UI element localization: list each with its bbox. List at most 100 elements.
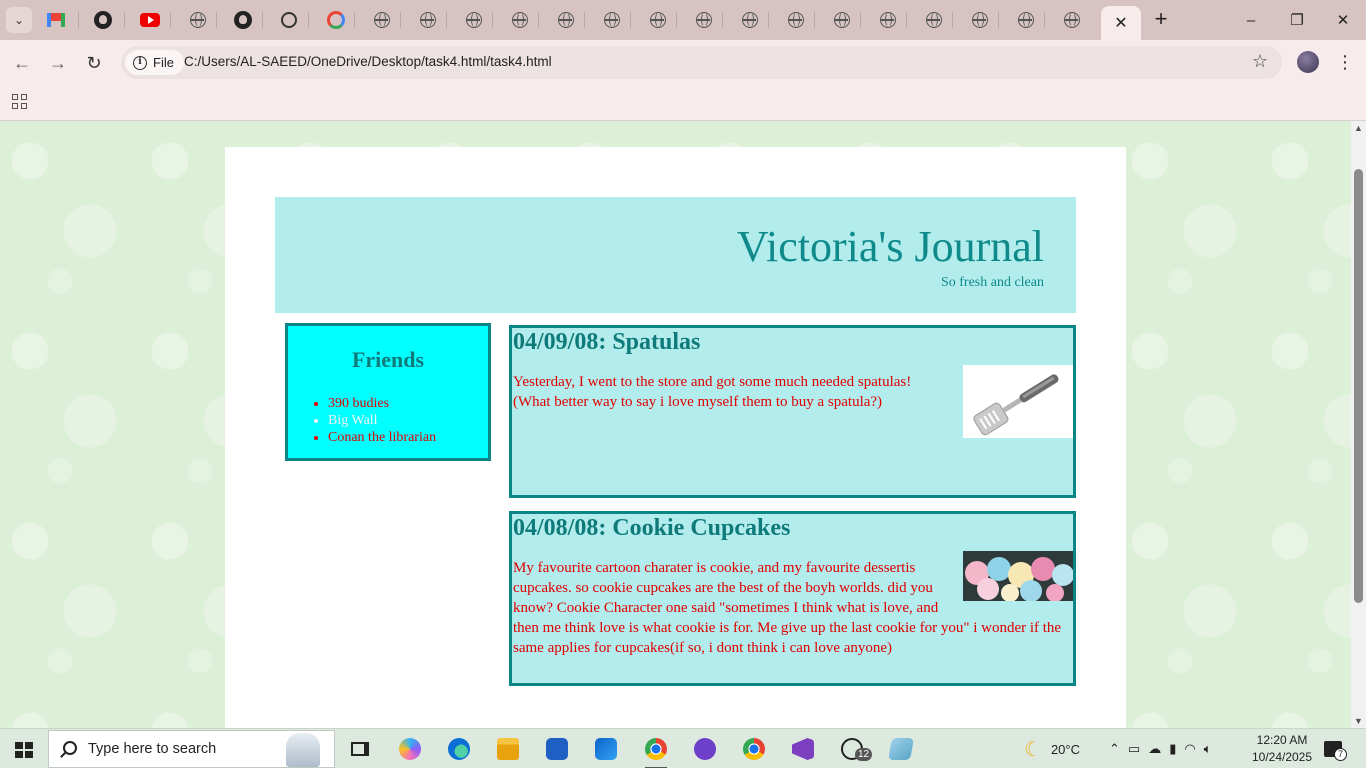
- weather-widget[interactable]: ☾ 20°C: [1024, 729, 1080, 768]
- notepad-button[interactable]: [886, 734, 916, 764]
- globe-icon: [512, 12, 528, 28]
- tab-page-14[interactable]: [924, 10, 944, 30]
- github-desktop-button[interactable]: [690, 734, 720, 764]
- task-view-button[interactable]: [345, 734, 375, 764]
- tab-page-5[interactable]: [510, 10, 530, 30]
- visual-studio-button[interactable]: [788, 734, 818, 764]
- globe-icon: [374, 12, 390, 28]
- new-tab-button[interactable]: +: [1150, 6, 1172, 32]
- tab-gmail[interactable]: [46, 10, 66, 30]
- forward-button[interactable]: →: [45, 50, 71, 76]
- windows-start-icon[interactable]: [15, 742, 33, 758]
- edge-icon: [448, 738, 470, 760]
- journal-post: 04/08/08: Cookie Cupcakes My favourite c…: [509, 511, 1076, 686]
- github-icon: [94, 11, 112, 29]
- tab-page-1[interactable]: [188, 10, 208, 30]
- address-bar[interactable]: i File C:/Users/AL-SAEED/OneDrive/Deskto…: [121, 46, 1282, 79]
- bookmark-star-icon[interactable]: ☆: [1252, 51, 1268, 72]
- volume-icon[interactable]: 🔈︎: [1204, 741, 1212, 757]
- search-icon: [63, 741, 77, 755]
- scheme-label: File: [153, 55, 174, 70]
- reload-button[interactable]: ↻: [81, 50, 107, 76]
- tab-chatgpt[interactable]: [279, 10, 299, 30]
- tab-page-8[interactable]: [648, 10, 668, 30]
- globe-icon: [650, 12, 666, 28]
- notification-center-icon[interactable]: 7: [1324, 741, 1347, 761]
- chatgpt-icon: [281, 12, 297, 28]
- tab-page-16[interactable]: [1016, 10, 1036, 30]
- folder-icon: [497, 738, 519, 760]
- close-tab-icon[interactable]: ✕: [1114, 13, 1127, 33]
- tab-page-4[interactable]: [464, 10, 484, 30]
- back-button[interactable]: ←: [9, 50, 35, 76]
- friends-list: 390 budies Big Wall Conan the librarian: [328, 395, 436, 446]
- tab-page-13[interactable]: [878, 10, 898, 30]
- globe-icon: [696, 12, 712, 28]
- tab-page-6[interactable]: [556, 10, 576, 30]
- more-menu-icon[interactable]: ⋮: [1336, 52, 1354, 72]
- reload-icon: ↻: [86, 52, 102, 73]
- vertical-scrollbar[interactable]: ▲ ▼: [1351, 121, 1366, 728]
- apps-grid-icon[interactable]: [12, 94, 27, 109]
- file-explorer-button[interactable]: [493, 734, 523, 764]
- wifi-icon[interactable]: ◠: [1184, 741, 1195, 757]
- minimize-button[interactable]: –: [1236, 8, 1266, 32]
- scroll-up-icon[interactable]: ▲: [1354, 123, 1363, 133]
- notification-count: 7: [1334, 748, 1347, 761]
- tab-github-2[interactable]: [233, 10, 253, 30]
- task-view-icon: [351, 742, 369, 756]
- tab-page-7[interactable]: [602, 10, 622, 30]
- system-clock[interactable]: 12:20 AM 10/24/2025: [1248, 732, 1316, 766]
- scrollbar-thumb[interactable]: [1354, 169, 1363, 603]
- globe-icon: [972, 12, 988, 28]
- edge-button[interactable]: [444, 734, 474, 764]
- restore-button[interactable]: ❐: [1282, 8, 1312, 32]
- friends-heading: Friends: [351, 347, 425, 372]
- tab-page-9[interactable]: [694, 10, 714, 30]
- tab-page-15[interactable]: [970, 10, 990, 30]
- whatsapp-button[interactable]: 12: [837, 734, 873, 764]
- tab-youtube[interactable]: [140, 10, 160, 30]
- site-info-chip[interactable]: i File: [125, 50, 184, 75]
- tab-page-12[interactable]: [832, 10, 852, 30]
- search-placeholder: Type here to search: [88, 741, 217, 757]
- friends-panel: Friends 390 budies Big Wall Conan the li…: [285, 323, 491, 461]
- tab-github-1[interactable]: [93, 10, 113, 30]
- chevron-down-icon: ⌄: [13, 13, 25, 27]
- github-icon: [234, 11, 252, 29]
- tab-search-button[interactable]: ⌄: [6, 7, 32, 33]
- active-tab[interactable]: ✕: [1101, 6, 1141, 40]
- friend-item: Big Wall: [328, 412, 436, 429]
- tab-page-2[interactable]: [372, 10, 392, 30]
- spatula-image: [963, 365, 1073, 438]
- site-title: Victoria's Journal: [736, 222, 1044, 271]
- tab-page-11[interactable]: [786, 10, 806, 30]
- store-icon: [546, 738, 568, 760]
- tab-page-3[interactable]: [418, 10, 438, 30]
- bookmarks-bar: [0, 86, 1366, 121]
- chrome-profile-button[interactable]: [739, 734, 769, 764]
- tab-page-10[interactable]: [740, 10, 760, 30]
- chrome-button[interactable]: [641, 734, 671, 768]
- outlook-button[interactable]: [591, 734, 621, 764]
- chevron-up-icon[interactable]: ⌃: [1109, 741, 1120, 757]
- tab-page-17[interactable]: [1062, 10, 1082, 30]
- taskbar-search-box[interactable]: Type here to search: [48, 730, 335, 768]
- friend-item: Conan the librarian: [328, 429, 436, 446]
- close-window-button[interactable]: ✕: [1328, 8, 1358, 32]
- scroll-down-icon[interactable]: ▼: [1354, 716, 1363, 726]
- weather-temp: 20°C: [1050, 741, 1080, 757]
- copilot-button[interactable]: [395, 734, 425, 764]
- url-text[interactable]: C:/Users/AL-SAEED/OneDrive/Desktop/task4…: [184, 54, 552, 69]
- battery-icon[interactable]: ▮: [1169, 741, 1176, 757]
- meet-now-icon[interactable]: ▭: [1128, 741, 1140, 757]
- cupcakes-image: [963, 551, 1073, 601]
- onedrive-icon[interactable]: ☁: [1148, 741, 1161, 757]
- tab-google[interactable]: [326, 10, 346, 30]
- profile-avatar[interactable]: [1297, 51, 1319, 73]
- globe-icon: [420, 12, 436, 28]
- store-button[interactable]: [542, 734, 572, 764]
- google-icon: [327, 11, 345, 29]
- journal-page: Victoria's Journal So fresh and clean Fr…: [225, 147, 1126, 728]
- arrow-left-icon: ←: [13, 52, 31, 73]
